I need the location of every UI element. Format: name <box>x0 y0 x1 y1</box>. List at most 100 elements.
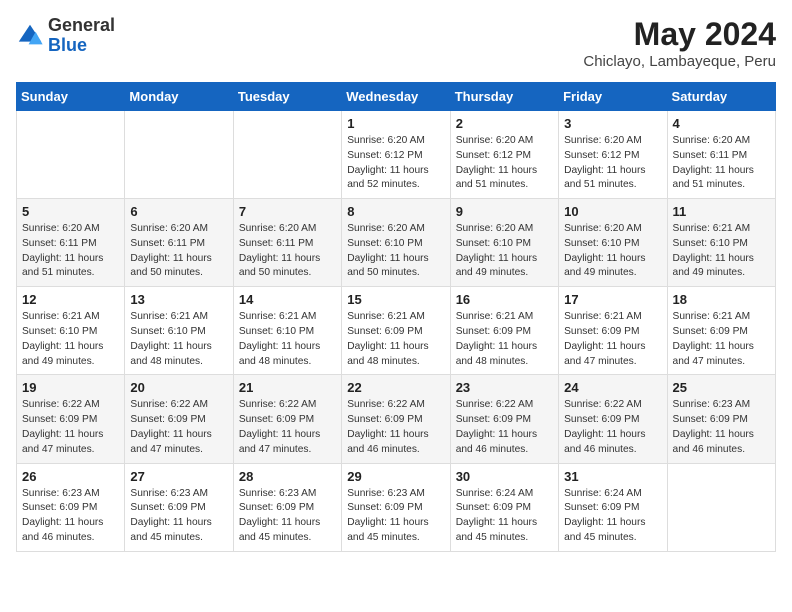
day-info: Sunrise: 6:20 AM Sunset: 6:10 PM Dayligh… <box>564 222 661 281</box>
day-info: Sunrise: 6:22 AM Sunset: 6:09 PM Dayligh… <box>22 398 119 457</box>
day-number: 8 <box>347 204 444 219</box>
calendar-cell: 2 Sunrise: 6:20 AM Sunset: 6:12 PM Daylig… <box>450 111 558 199</box>
header-saturday: Saturday <box>667 83 775 111</box>
day-info: Sunrise: 6:20 AM Sunset: 6:10 PM Dayligh… <box>456 222 553 281</box>
day-number: 25 <box>673 380 770 395</box>
day-info: Sunrise: 6:20 AM Sunset: 6:12 PM Dayligh… <box>347 134 444 193</box>
day-number: 29 <box>347 469 444 484</box>
day-info: Sunrise: 6:24 AM Sunset: 6:09 PM Dayligh… <box>456 487 553 546</box>
day-number: 12 <box>22 292 119 307</box>
calendar-cell: 3 Sunrise: 6:20 AM Sunset: 6:12 PM Daylig… <box>559 111 667 199</box>
day-info: Sunrise: 6:22 AM Sunset: 6:09 PM Dayligh… <box>564 398 661 457</box>
calendar-cell: 19 Sunrise: 6:22 AM Sunset: 6:09 PM Dayli… <box>17 375 125 463</box>
location-subtitle: Chiclayo, Lambayeque, Peru <box>583 53 776 70</box>
day-info: Sunrise: 6:22 AM Sunset: 6:09 PM Dayligh… <box>239 398 336 457</box>
calendar-cell: 6Sunrise: 6:20 AM Sunset: 6:11 PM Daylig… <box>125 199 233 287</box>
day-info: Sunrise: 6:20 AM Sunset: 6:12 PM Dayligh… <box>456 134 553 193</box>
day-number: 16 <box>456 292 553 307</box>
header-thursday: Thursday <box>450 83 558 111</box>
logo-blue: Blue <box>48 36 115 56</box>
day-number: 31 <box>564 469 661 484</box>
calendar-cell: 12 Sunrise: 6:21 AM Sunset: 6:10 PM Dayli… <box>17 287 125 375</box>
week-row-3: 12 Sunrise: 6:21 AM Sunset: 6:10 PM Dayli… <box>17 287 776 375</box>
header-row: SundayMondayTuesdayWednesdayThursdayFrid… <box>17 83 776 111</box>
day-number: 28 <box>239 469 336 484</box>
day-info: Sunrise: 6:21 AM Sunset: 6:10 PM Dayligh… <box>22 310 119 369</box>
calendar-table: SundayMondayTuesdayWednesdayThursdayFrid… <box>16 82 776 552</box>
day-number: 19 <box>22 380 119 395</box>
day-number: 22 <box>347 380 444 395</box>
calendar-cell: 20 Sunrise: 6:22 AM Sunset: 6:09 PM Dayli… <box>125 375 233 463</box>
day-info: Sunrise: 6:21 AM Sunset: 6:09 PM Dayligh… <box>456 310 553 369</box>
day-info: Sunrise: 6:21 AM Sunset: 6:10 PM Dayligh… <box>673 222 770 281</box>
day-info: Sunrise: 6:21 AM Sunset: 6:09 PM Dayligh… <box>347 310 444 369</box>
calendar-cell: 23 Sunrise: 6:22 AM Sunset: 6:09 PM Dayli… <box>450 375 558 463</box>
day-number: 4 <box>673 116 770 131</box>
day-info: Sunrise: 6:20 AM Sunset: 6:11 PM Dayligh… <box>22 222 119 281</box>
day-info: Sunrise: 6:23 AM Sunset: 6:09 PM Dayligh… <box>347 487 444 546</box>
calendar-cell: 15 Sunrise: 6:21 AM Sunset: 6:09 PM Dayli… <box>342 287 450 375</box>
day-info: Sunrise: 6:23 AM Sunset: 6:09 PM Dayligh… <box>673 398 770 457</box>
calendar-cell: 17 Sunrise: 6:21 AM Sunset: 6:09 PM Dayli… <box>559 287 667 375</box>
logo-general: General <box>48 16 115 36</box>
calendar-cell: 28 Sunrise: 6:23 AM Sunset: 6:09 PM Dayli… <box>233 463 341 551</box>
day-number: 15 <box>347 292 444 307</box>
day-number: 11 <box>673 204 770 219</box>
day-number: 18 <box>673 292 770 307</box>
calendar-cell <box>17 111 125 199</box>
calendar-cell: 29 Sunrise: 6:23 AM Sunset: 6:09 PM Dayli… <box>342 463 450 551</box>
calendar-cell: 30Sunrise: 6:24 AM Sunset: 6:09 PM Dayli… <box>450 463 558 551</box>
day-number: 14 <box>239 292 336 307</box>
calendar-cell <box>667 463 775 551</box>
day-number: 17 <box>564 292 661 307</box>
day-number: 5 <box>22 204 119 219</box>
day-info: Sunrise: 6:20 AM Sunset: 6:10 PM Dayligh… <box>347 222 444 281</box>
day-number: 21 <box>239 380 336 395</box>
day-info: Sunrise: 6:20 AM Sunset: 6:11 PM Dayligh… <box>673 134 770 193</box>
logo-text: General Blue <box>48 16 115 56</box>
day-info: Sunrise: 6:23 AM Sunset: 6:09 PM Dayligh… <box>239 487 336 546</box>
day-info: Sunrise: 6:20 AM Sunset: 6:12 PM Dayligh… <box>564 134 661 193</box>
calendar-header: SundayMondayTuesdayWednesdayThursdayFrid… <box>17 83 776 111</box>
calendar-cell: 14 Sunrise: 6:21 AM Sunset: 6:10 PM Dayli… <box>233 287 341 375</box>
calendar-cell: 31 Sunrise: 6:24 AM Sunset: 6:09 PM Dayli… <box>559 463 667 551</box>
calendar-cell: 24Sunrise: 6:22 AM Sunset: 6:09 PM Dayli… <box>559 375 667 463</box>
day-info: Sunrise: 6:21 AM Sunset: 6:10 PM Dayligh… <box>239 310 336 369</box>
calendar-cell: 1 Sunrise: 6:20 AM Sunset: 6:12 PM Daylig… <box>342 111 450 199</box>
day-number: 6 <box>130 204 227 219</box>
week-row-4: 19 Sunrise: 6:22 AM Sunset: 6:09 PM Dayli… <box>17 375 776 463</box>
day-info: Sunrise: 6:23 AM Sunset: 6:09 PM Dayligh… <box>22 487 119 546</box>
calendar-cell: 26Sunrise: 6:23 AM Sunset: 6:09 PM Dayli… <box>17 463 125 551</box>
day-number: 2 <box>456 116 553 131</box>
day-info: Sunrise: 6:23 AM Sunset: 6:09 PM Dayligh… <box>130 487 227 546</box>
month-year-title: May 2024 <box>583 16 776 53</box>
calendar-cell <box>125 111 233 199</box>
day-info: Sunrise: 6:22 AM Sunset: 6:09 PM Dayligh… <box>130 398 227 457</box>
day-info: Sunrise: 6:24 AM Sunset: 6:09 PM Dayligh… <box>564 487 661 546</box>
calendar-cell: 11 Sunrise: 6:21 AM Sunset: 6:10 PM Dayli… <box>667 199 775 287</box>
calendar-body: 1 Sunrise: 6:20 AM Sunset: 6:12 PM Daylig… <box>17 111 776 552</box>
day-info: Sunrise: 6:21 AM Sunset: 6:10 PM Dayligh… <box>130 310 227 369</box>
day-number: 1 <box>347 116 444 131</box>
day-number: 13 <box>130 292 227 307</box>
day-number: 27 <box>130 469 227 484</box>
calendar-cell: 9Sunrise: 6:20 AM Sunset: 6:10 PM Daylig… <box>450 199 558 287</box>
header-sunday: Sunday <box>17 83 125 111</box>
calendar-cell: 18 Sunrise: 6:21 AM Sunset: 6:09 PM Dayli… <box>667 287 775 375</box>
header-tuesday: Tuesday <box>233 83 341 111</box>
day-info: Sunrise: 6:21 AM Sunset: 6:09 PM Dayligh… <box>564 310 661 369</box>
week-row-2: 5 Sunrise: 6:20 AM Sunset: 6:11 PM Daylig… <box>17 199 776 287</box>
calendar-cell <box>233 111 341 199</box>
calendar-cell: 4 Sunrise: 6:20 AM Sunset: 6:11 PM Daylig… <box>667 111 775 199</box>
day-number: 3 <box>564 116 661 131</box>
calendar-cell: 13 Sunrise: 6:21 AM Sunset: 6:10 PM Dayli… <box>125 287 233 375</box>
calendar-cell: 5 Sunrise: 6:20 AM Sunset: 6:11 PM Daylig… <box>17 199 125 287</box>
day-info: Sunrise: 6:22 AM Sunset: 6:09 PM Dayligh… <box>456 398 553 457</box>
day-number: 20 <box>130 380 227 395</box>
day-number: 23 <box>456 380 553 395</box>
logo: General Blue <box>16 16 115 56</box>
calendar-cell: 8 Sunrise: 6:20 AM Sunset: 6:10 PM Daylig… <box>342 199 450 287</box>
calendar-cell: 10Sunrise: 6:20 AM Sunset: 6:10 PM Dayli… <box>559 199 667 287</box>
day-info: Sunrise: 6:21 AM Sunset: 6:09 PM Dayligh… <box>673 310 770 369</box>
page-header: General Blue May 2024 Chiclayo, Lambayeq… <box>16 16 776 70</box>
